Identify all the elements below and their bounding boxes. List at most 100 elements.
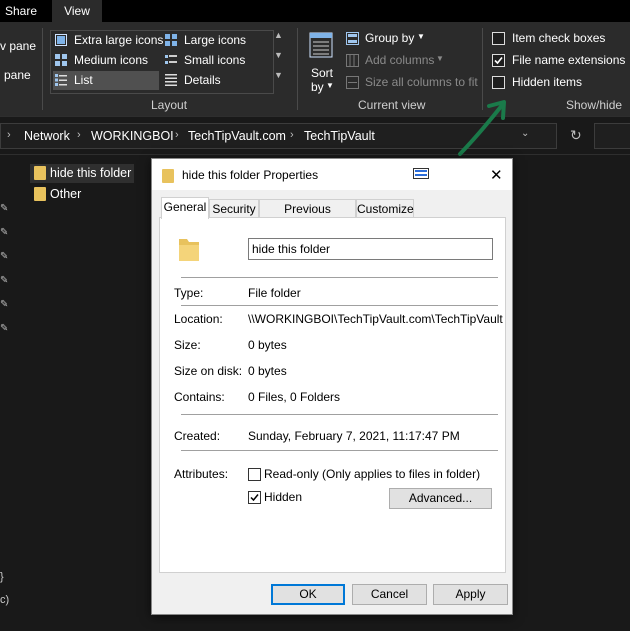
layout-group-label: Layout <box>151 98 188 112</box>
navigation-pane-button[interactable]: v pane <box>0 39 36 53</box>
tab-previous-versions[interactable]: Previous Versions <box>259 199 356 234</box>
apply-button[interactable]: Apply <box>433 584 508 605</box>
show-hide-group-label: Show/hide <box>566 98 623 112</box>
gallery-scroll-down-icon[interactable]: ▼ <box>274 50 283 60</box>
ribbon: v pane pane Extra large icons Large icon… <box>0 22 630 116</box>
created-value: Sunday, February 7, 2021, 11:17:47 PM <box>248 429 460 443</box>
breadcrumb-network[interactable]: Network <box>24 129 70 143</box>
pin-icon: ✎ <box>0 203 9 214</box>
file-name-extensions-checkbox[interactable] <box>492 54 505 67</box>
chevron-down-icon: ▼ <box>417 32 425 41</box>
nav-pane-item[interactable]: c) <box>0 594 9 606</box>
search-box[interactable] <box>594 123 630 149</box>
size-label: Size: <box>174 338 201 352</box>
breadcrumb-techtipvault-com[interactable]: TechTipVault.com <box>188 129 286 143</box>
folder-icon <box>34 187 46 201</box>
large-icons-icon <box>165 34 177 46</box>
dialog-title-bar[interactable]: hide this folder Properties ✕ <box>152 159 512 190</box>
size-on-disk-label: Size on disk: <box>174 364 243 378</box>
size-value: 0 bytes <box>248 338 287 352</box>
layout-small-icons[interactable]: Small icons <box>163 51 271 70</box>
list-icon <box>55 74 67 86</box>
item-check-boxes-toggle[interactable]: Item check boxes <box>492 31 627 47</box>
tab-view[interactable]: View <box>52 0 102 22</box>
hidden-attribute[interactable]: Hidden <box>248 490 318 506</box>
created-label: Created: <box>174 429 221 443</box>
read-only-checkbox[interactable] <box>248 468 261 481</box>
checkmark-icon <box>494 56 503 65</box>
current-view-group-label: Current view <box>358 98 426 112</box>
close-icon[interactable]: ✕ <box>490 166 503 184</box>
add-columns-button[interactable]: Add columns ▼ <box>346 52 456 69</box>
medium-icons-icon <box>55 54 67 66</box>
pin-icon: ✎ <box>0 323 9 334</box>
refresh-icon[interactable]: ↻ <box>570 127 582 144</box>
tab-security[interactable]: Security <box>209 199 259 218</box>
chevron-right-icon: › <box>7 129 11 141</box>
list-item-hide-this-folder[interactable]: hide this folder <box>30 164 134 183</box>
ribbon-divider <box>297 28 298 110</box>
keyboard-icon <box>413 168 429 179</box>
type-label: Type: <box>174 286 204 300</box>
details-pane-button[interactable]: pane <box>4 68 31 82</box>
sort-by-icon <box>309 32 333 58</box>
group-by-button[interactable]: Group by ▼ <box>346 30 436 47</box>
divider <box>181 277 498 278</box>
gallery-scroll-up-icon[interactable]: ▲ <box>274 30 283 40</box>
contains-label: Contains: <box>174 390 225 404</box>
read-only-attribute[interactable]: Read-only (Only applies to files in fold… <box>248 467 498 483</box>
list-item-other[interactable]: Other <box>30 185 134 204</box>
layout-list[interactable]: List <box>53 71 159 90</box>
size-all-columns-button[interactable]: Size all columns to fit <box>346 74 478 91</box>
chevron-down-icon: ▼ <box>436 54 444 63</box>
cancel-button[interactable]: Cancel <box>352 584 427 605</box>
layout-large-icons[interactable]: Large icons <box>163 31 271 50</box>
contains-value: 0 Files, 0 Folders <box>248 390 341 404</box>
tab-general[interactable]: General <box>161 197 209 219</box>
folder-name-input[interactable]: hide this folder <box>248 238 493 260</box>
hidden-checkbox[interactable] <box>248 491 261 504</box>
checkmark-icon <box>250 494 259 502</box>
dialog-title: hide this folder Properties <box>182 168 319 182</box>
sort-by-button[interactable]: Sort by ▼ <box>306 32 336 94</box>
chevron-right-icon: › <box>77 129 81 141</box>
size-on-disk-value: 0 bytes <box>248 364 287 378</box>
divider <box>181 414 498 415</box>
hidden-items-toggle[interactable]: Hidden items <box>492 75 627 91</box>
extra-large-icons-icon <box>55 34 67 46</box>
folder-large-icon <box>179 239 199 261</box>
annotation-arrow-icon <box>458 100 506 156</box>
file-name-extensions-toggle[interactable]: File name extensions <box>492 53 627 69</box>
chevron-right-icon: › <box>290 129 294 141</box>
general-tab-panel: hide this folder Type: File folder Locat… <box>159 217 506 573</box>
tab-customize[interactable]: Customize <box>356 199 414 218</box>
hidden-items-checkbox[interactable] <box>492 76 505 89</box>
advanced-button[interactable]: Advanced... <box>389 488 492 509</box>
breadcrumb-techtipvault[interactable]: TechTipVault <box>304 129 375 143</box>
nav-pane-item[interactable]: } <box>0 571 4 583</box>
pin-icon: ✎ <box>0 275 9 286</box>
layout-medium-icons[interactable]: Medium icons <box>53 51 159 70</box>
chevron-down-icon: ▼ <box>326 81 334 90</box>
breadcrumb-workingboi[interactable]: WORKINGBOI <box>91 129 174 143</box>
layout-extra-large-icons[interactable]: Extra large icons <box>53 31 163 50</box>
gallery-expand-icon[interactable]: ▼ <box>274 70 283 80</box>
item-check-boxes-checkbox[interactable] <box>492 32 505 45</box>
address-history-dropdown-icon[interactable]: ⌄ <box>521 128 529 139</box>
add-columns-icon <box>346 54 359 67</box>
small-icons-icon <box>165 55 177 64</box>
folder-icon <box>34 166 46 180</box>
ribbon-tab-bar: Share View <box>0 0 630 22</box>
layout-details[interactable]: Details <box>163 71 271 90</box>
group-by-icon <box>346 32 359 45</box>
details-icon <box>165 74 177 86</box>
ribbon-divider <box>42 28 43 110</box>
pin-icon: ✎ <box>0 299 9 310</box>
divider <box>181 450 498 451</box>
folder-icon <box>162 169 174 183</box>
type-value: File folder <box>248 286 301 300</box>
ok-button[interactable]: OK <box>271 584 345 605</box>
address-bar-area: › Network › WORKINGBOI › TechTipVault.co… <box>0 116 630 155</box>
tab-share[interactable]: Share <box>5 0 45 22</box>
location-value: \\WORKINGBOI\TechTipVault.com\TechTipVau… <box>248 312 503 326</box>
